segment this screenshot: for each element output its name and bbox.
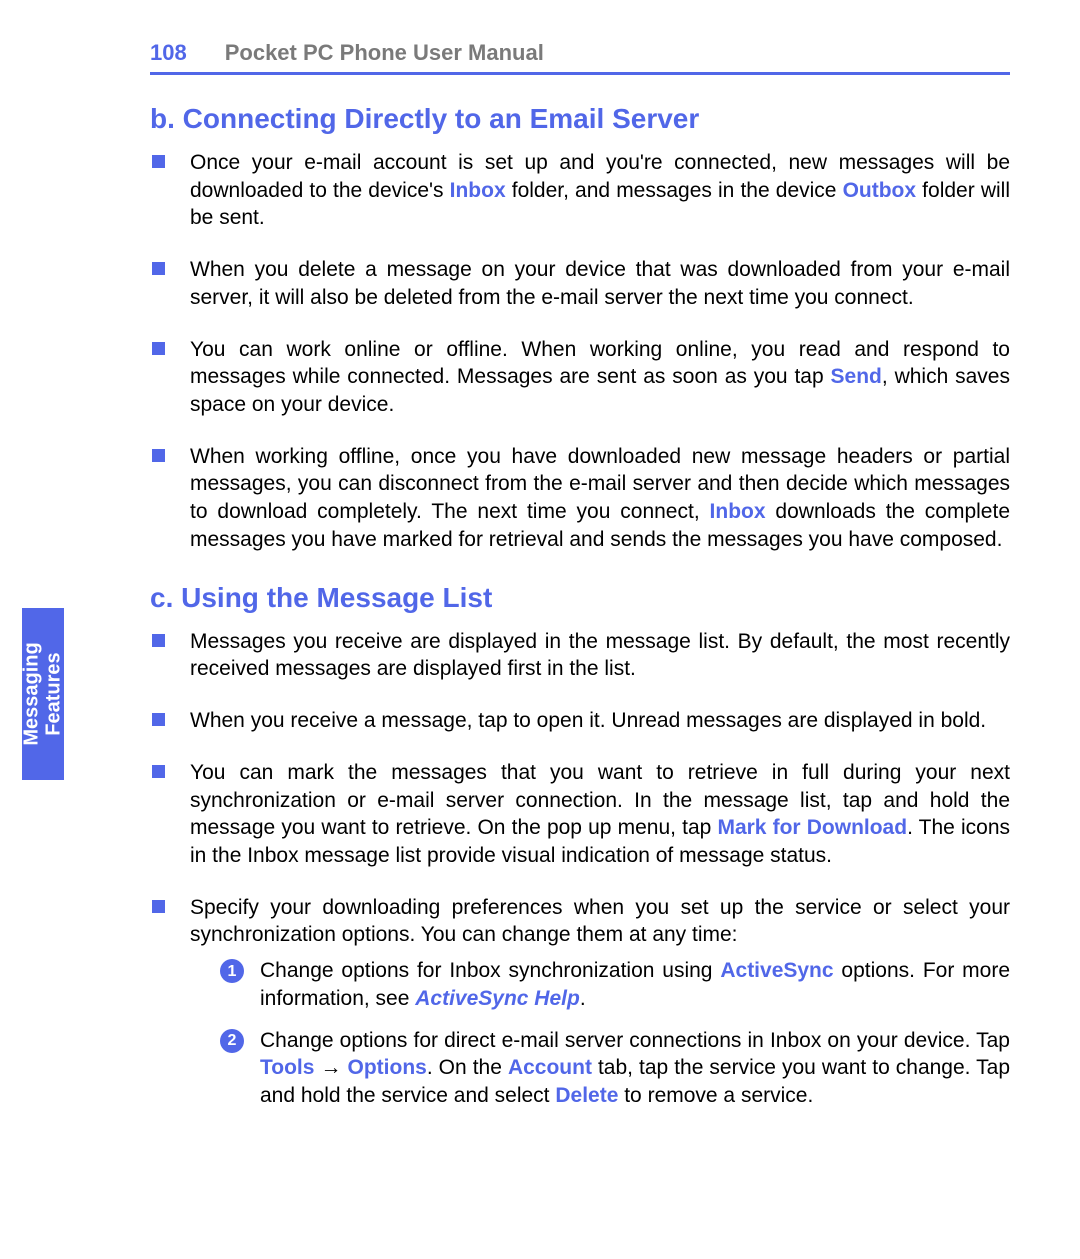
body-text: . On the bbox=[427, 1056, 508, 1079]
keyword-options: Options bbox=[348, 1056, 427, 1079]
keyword-activesync-help: ActiveSync Help bbox=[415, 987, 580, 1010]
list-item: Messages you receive are displayed in th… bbox=[150, 628, 1010, 683]
keyword-inbox: Inbox bbox=[710, 500, 766, 523]
body-text: Change options for direct e-mail server … bbox=[260, 1029, 1010, 1052]
side-tab-line2: Features bbox=[43, 652, 65, 735]
section-c-heading: c. Using the Message List bbox=[150, 582, 1010, 614]
manual-title: Pocket PC Phone User Manual bbox=[225, 40, 544, 66]
body-text: Messages you receive are displayed in th… bbox=[190, 630, 1010, 681]
section-b-heading: b. Connecting Directly to an Email Serve… bbox=[150, 103, 1010, 135]
body-text: When you delete a message on your device… bbox=[190, 258, 1010, 309]
list-item: Once your e-mail account is set up and y… bbox=[150, 149, 1010, 232]
step-badge-icon: 2 bbox=[220, 1029, 244, 1053]
section-b-list: Once your e-mail account is set up and y… bbox=[150, 149, 1010, 554]
page-number: 108 bbox=[150, 40, 187, 66]
keyword-activesync: ActiveSync bbox=[720, 959, 833, 982]
chapter-side-tab: Messaging Features bbox=[22, 608, 64, 780]
body-text: to remove a service. bbox=[618, 1084, 813, 1107]
body-text: Specify your downloading preferences whe… bbox=[190, 896, 1010, 947]
side-tab-label: Messaging Features bbox=[21, 642, 65, 745]
keyword-mark-for-download: Mark for Download bbox=[717, 816, 907, 839]
section-c-list: Messages you receive are displayed in th… bbox=[150, 628, 1010, 1110]
body-text: folder, and messages in the device bbox=[506, 179, 843, 202]
keyword-account: Account bbox=[508, 1056, 592, 1079]
numbered-item: 1 Change options for Inbox synchronizati… bbox=[220, 957, 1010, 1012]
keyword-inbox: Inbox bbox=[450, 179, 506, 202]
list-item: When working offline, once you have down… bbox=[150, 443, 1010, 554]
list-item: You can work online or offline. When wor… bbox=[150, 336, 1010, 419]
list-item: Specify your downloading preferences whe… bbox=[150, 894, 1010, 1110]
body-text: When you receive a message, tap to open … bbox=[190, 709, 986, 732]
manual-page: 108 Pocket PC Phone User Manual b. Conne… bbox=[0, 0, 1080, 1259]
numbered-sublist: 1 Change options for Inbox synchronizati… bbox=[220, 957, 1010, 1110]
body-text: . bbox=[580, 987, 586, 1010]
numbered-item: 2 Change options for direct e-mail serve… bbox=[220, 1027, 1010, 1110]
keyword-delete: Delete bbox=[555, 1084, 618, 1107]
side-tab-line1: Messaging bbox=[21, 642, 43, 745]
step-badge-icon: 1 bbox=[220, 959, 244, 983]
body-text: Change options for Inbox synchronization… bbox=[260, 959, 720, 982]
body-text: → bbox=[314, 1056, 347, 1079]
keyword-send: Send bbox=[831, 365, 882, 388]
keyword-outbox: Outbox bbox=[843, 179, 917, 202]
keyword-tools: Tools bbox=[260, 1056, 314, 1079]
list-item: When you delete a message on your device… bbox=[150, 256, 1010, 311]
list-item: When you receive a message, tap to open … bbox=[150, 707, 1010, 735]
page-header: 108 Pocket PC Phone User Manual bbox=[150, 40, 1010, 75]
list-item: You can mark the messages that you want … bbox=[150, 759, 1010, 870]
